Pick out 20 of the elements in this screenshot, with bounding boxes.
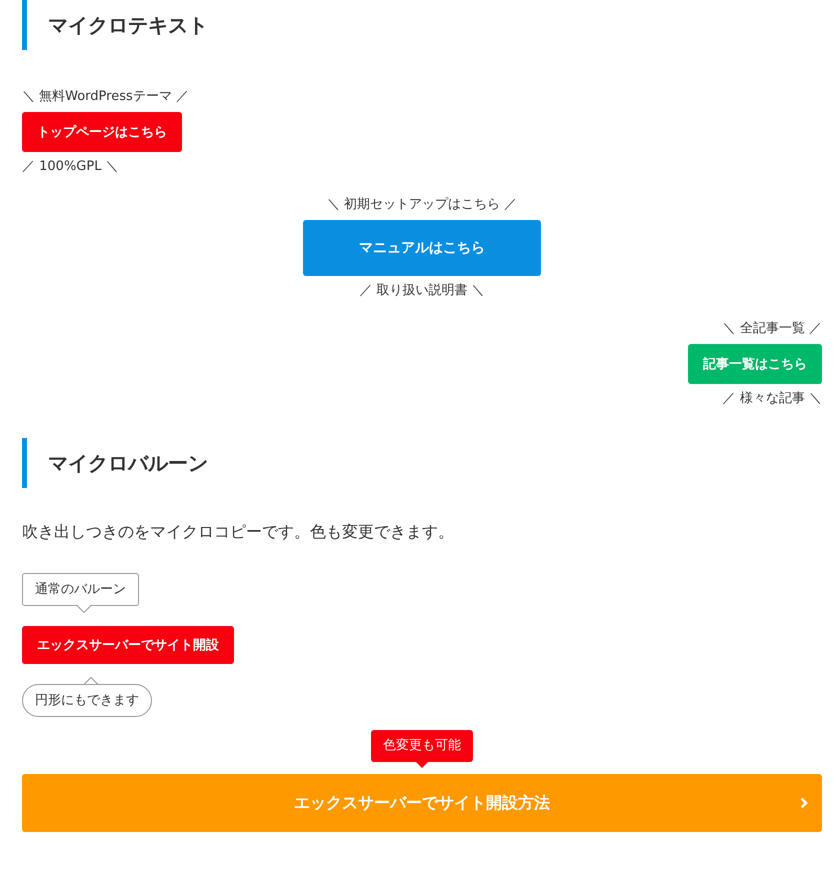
link-button[interactable]: 記事一覧はこちら: [688, 344, 822, 384]
balloon-tail: [77, 605, 91, 613]
speech-balloon: 円形にもできます: [22, 684, 152, 717]
balloon-tail: [416, 762, 428, 768]
section-heading: マイクロバルーン: [22, 438, 822, 488]
microcopy-text: ＼ 無料WordPressテーマ ／: [22, 88, 189, 106]
microcopy-text: ＼ 初期セットアップはこちら ／: [326, 196, 518, 214]
link-button[interactable]: エックスサーバーでサイト開設方法: [22, 774, 822, 832]
speech-balloon: 色変更も可能: [371, 730, 473, 762]
chevron-right-icon: [800, 797, 808, 809]
microcopy-text: ＼ 全記事一覧 ／: [722, 320, 822, 338]
microcopy-text: ／ 様々な記事 ＼: [722, 390, 822, 408]
body-text: 吹き出しつきのをマイクロコピーです。色も変更できます。: [22, 522, 455, 543]
microcopy-text: ／ 取り扱い説明書 ＼: [359, 282, 485, 300]
link-button[interactable]: エックスサーバーでサイト開設: [22, 626, 234, 664]
link-button[interactable]: マニュアルはこちら: [303, 220, 541, 276]
link-button[interactable]: トップページはこちら: [22, 112, 182, 152]
speech-balloon: 通常のバルーン: [22, 573, 139, 606]
section-heading: マイクロテキスト: [22, 0, 822, 50]
microcopy-text: ／ 100%GPL ＼: [22, 158, 119, 176]
